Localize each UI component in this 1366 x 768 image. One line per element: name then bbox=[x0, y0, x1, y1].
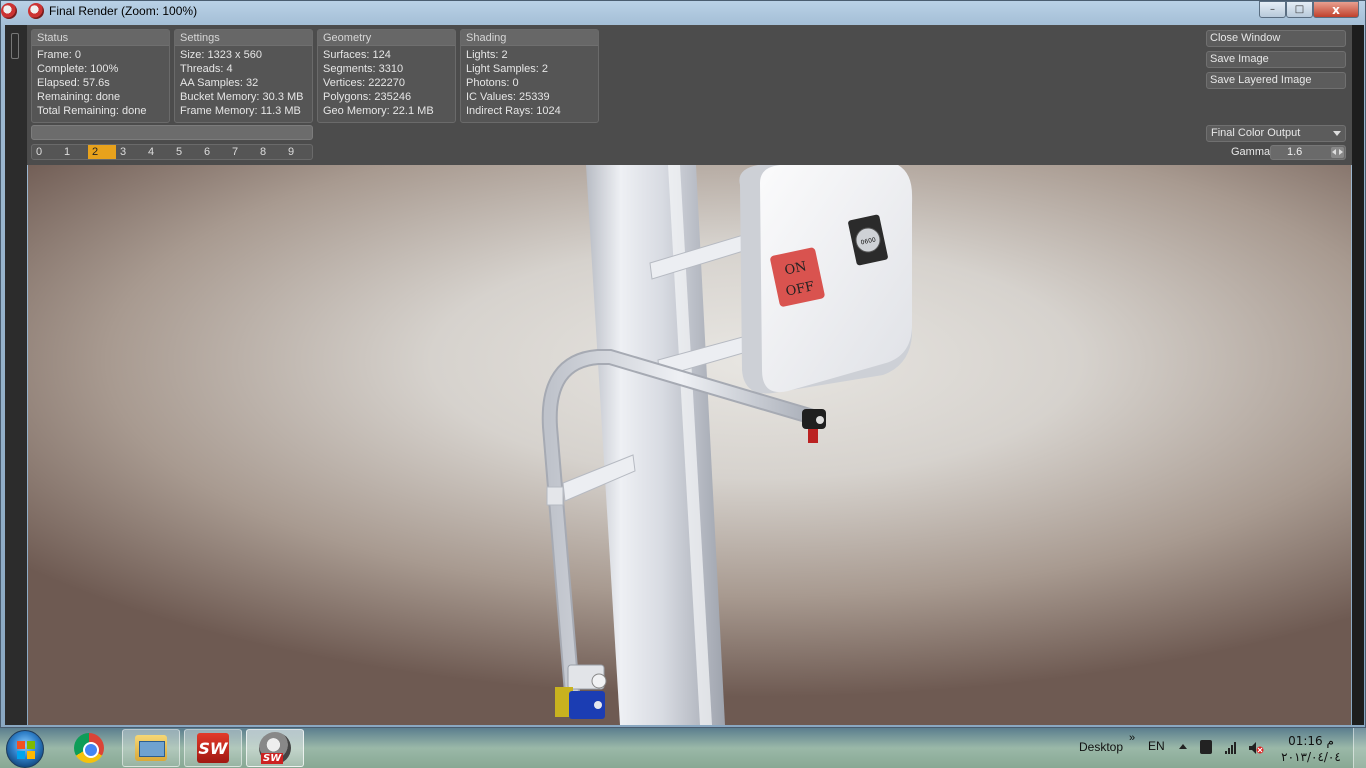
output-select[interactable]: Final Color Output bbox=[1206, 125, 1346, 142]
show-hidden-icons-icon[interactable] bbox=[1179, 744, 1187, 749]
frame-buffer-3[interactable]: 3 bbox=[116, 145, 144, 159]
folder-icon bbox=[135, 735, 167, 761]
save-image-button[interactable]: Save Image bbox=[1206, 51, 1346, 68]
taskbar: SW SW Desktop » EN 01:16 م ٢٠١٣/٠٤/٠٤ bbox=[0, 728, 1366, 768]
frame-buffer-2[interactable]: 2 bbox=[88, 145, 116, 159]
shading-indirect-rays: Indirect Rays: 1024 bbox=[466, 105, 561, 117]
taskbar-explorer[interactable] bbox=[122, 729, 180, 767]
geometry-header: Geometry bbox=[318, 30, 455, 46]
settings-size: Size: 1323 x 560 bbox=[180, 49, 262, 61]
toolbar-chevron-icon[interactable]: » bbox=[1129, 732, 1135, 744]
valve-blue-knob bbox=[594, 701, 602, 709]
minimize-button[interactable]: – bbox=[1259, 1, 1286, 18]
shading-photons: Photons: 0 bbox=[466, 77, 519, 89]
frame-buffer-5[interactable]: 5 bbox=[172, 145, 200, 159]
geometry-surfaces: Surfaces: 124 bbox=[323, 49, 391, 61]
frame-buffer-0[interactable]: 0 bbox=[32, 145, 60, 159]
save-layered-image-button[interactable]: Save Layered Image bbox=[1206, 72, 1346, 89]
desktop-toolbar-label[interactable]: Desktop bbox=[1079, 740, 1123, 754]
background-app-icon bbox=[1, 3, 17, 19]
frame-buffer-9[interactable]: 9 bbox=[284, 145, 312, 159]
settings-header: Settings bbox=[175, 30, 312, 46]
gamma-spinner-icon[interactable] bbox=[1331, 147, 1344, 158]
network-signal-icon[interactable] bbox=[1224, 740, 1238, 754]
chrome-icon bbox=[74, 733, 104, 763]
shading-group: Shading Lights: 2 Light Samples: 2 Photo… bbox=[460, 29, 599, 123]
maximize-button[interactable]: □ bbox=[1286, 1, 1313, 18]
render-info-panel: Status Frame: 0 Complete: 100% Elapsed: … bbox=[27, 25, 1352, 165]
windows-logo-icon bbox=[17, 741, 35, 759]
settings-frame-memory: Frame Memory: 11.3 MB bbox=[180, 105, 301, 117]
gamma-value: 1.6 bbox=[1287, 146, 1303, 158]
geometry-segments: Segments: 3310 bbox=[323, 63, 404, 75]
frame-buffer-4[interactable]: 4 bbox=[144, 145, 172, 159]
rendered-scene: ON OFF 0600 bbox=[541, 165, 913, 725]
frame-buffer-7[interactable]: 7 bbox=[228, 145, 256, 159]
frame-slot bbox=[11, 33, 19, 59]
shading-ic-values: IC Values: 25339 bbox=[466, 91, 550, 103]
right-frame-edge bbox=[1352, 25, 1364, 725]
device-tray-icon[interactable] bbox=[1200, 740, 1212, 754]
start-button[interactable] bbox=[6, 730, 44, 768]
shading-lights: Lights: 2 bbox=[466, 49, 508, 61]
frame-buffer-1[interactable]: 1 bbox=[60, 145, 88, 159]
gamma-input[interactable]: 1.6 bbox=[1270, 145, 1346, 160]
system-clock[interactable]: 01:16 م ٢٠١٣/٠٤/٠٤ bbox=[1280, 733, 1342, 765]
taskbar-photoview[interactable]: SW bbox=[246, 729, 304, 767]
chevron-down-icon bbox=[1333, 131, 1341, 136]
geometry-group: Geometry Surfaces: 124 Segments: 3310 Ve… bbox=[317, 29, 456, 123]
shading-header: Shading bbox=[461, 30, 598, 46]
output-select-value: Final Color Output bbox=[1211, 127, 1301, 139]
gamma-label: Gamma bbox=[1231, 146, 1271, 158]
taskbar-chrome[interactable] bbox=[60, 729, 118, 767]
screen: { "window": { "title": "Final Render (Zo… bbox=[0, 0, 1366, 768]
left-frame-edge bbox=[5, 25, 27, 725]
render-window: Final Render (Zoom: 100%) – □ x Status F… bbox=[0, 0, 1366, 728]
solidworks-icon: SW bbox=[197, 733, 229, 763]
show-desktop-button[interactable] bbox=[1353, 728, 1366, 768]
status-total-remaining: Total Remaining: done bbox=[37, 105, 147, 117]
shading-light-samples: Light Samples: 2 bbox=[466, 63, 548, 75]
status-frame: Frame: 0 bbox=[37, 49, 82, 61]
window-title: Final Render (Zoom: 100%) bbox=[49, 4, 198, 18]
close-button[interactable]: x bbox=[1313, 1, 1359, 18]
photoview-render-icon: SW bbox=[259, 732, 291, 764]
volume-muted-icon[interactable] bbox=[1248, 740, 1264, 754]
geometry-geo-memory: Geo Memory: 22.1 MB bbox=[323, 105, 434, 117]
render-app-icon[interactable] bbox=[28, 3, 44, 19]
nozzle-cap bbox=[816, 416, 824, 424]
window-controls: – □ x bbox=[1259, 1, 1359, 18]
render-viewport[interactable]: ON OFF 0600 bbox=[28, 165, 1351, 725]
geometry-polygons: Polygons: 235246 bbox=[323, 91, 412, 103]
settings-group: Settings Size: 1323 x 560 Threads: 4 AA … bbox=[174, 29, 313, 123]
status-header: Status bbox=[32, 30, 169, 46]
taskbar-solidworks[interactable]: SW bbox=[184, 729, 242, 767]
render-progress-bar bbox=[31, 125, 313, 140]
settings-aa-samples: AA Samples: 32 bbox=[180, 77, 259, 89]
clock-time: 01:16 م bbox=[1288, 734, 1334, 748]
geometry-vertices: Vertices: 222270 bbox=[323, 77, 405, 89]
status-complete: Complete: 100% bbox=[37, 63, 119, 75]
title-bar[interactable]: Final Render (Zoom: 100%) – □ x bbox=[1, 1, 1366, 22]
frame-buffer-8[interactable]: 8 bbox=[256, 145, 284, 159]
nozzle-tip bbox=[808, 429, 818, 443]
status-group: Status Frame: 0 Complete: 100% Elapsed: … bbox=[31, 29, 170, 123]
language-indicator[interactable]: EN bbox=[1148, 739, 1165, 753]
valve-knob bbox=[591, 673, 607, 689]
settings-bucket-memory: Bucket Memory: 30.3 MB bbox=[180, 91, 304, 103]
status-elapsed: Elapsed: 57.6s bbox=[37, 77, 110, 89]
close-window-button[interactable]: Close Window bbox=[1206, 30, 1346, 47]
settings-threads: Threads: 4 bbox=[180, 63, 233, 75]
status-remaining: Remaining: done bbox=[37, 91, 121, 103]
pipe-coupling bbox=[546, 486, 564, 506]
frame-buffer-strip: 0 1 2 3 4 5 6 7 8 9 bbox=[31, 144, 313, 160]
clock-date: ٢٠١٣/٠٤/٠٤ bbox=[1281, 750, 1341, 764]
frame-buffer-6[interactable]: 6 bbox=[200, 145, 228, 159]
